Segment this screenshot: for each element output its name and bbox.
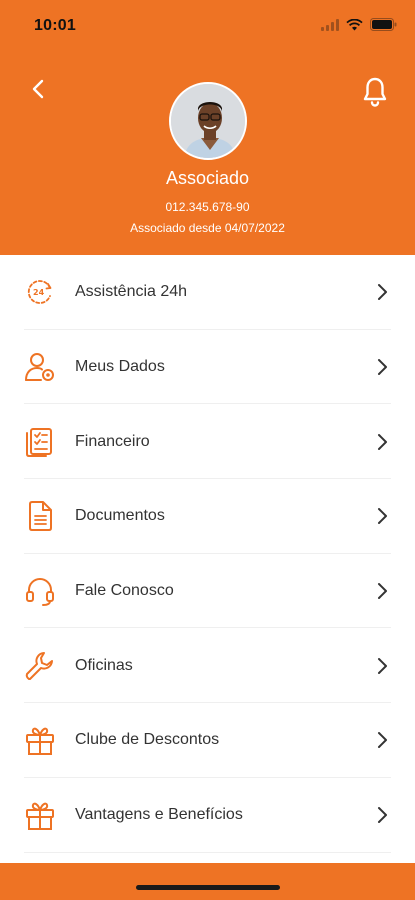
headset-icon — [26, 578, 54, 607]
menu-item-assistencia[interactable]: 24 Assistência 24h — [0, 255, 415, 330]
chevron-right-icon — [378, 284, 387, 301]
menu-item-fale-conosco[interactable]: Fale Conosco — [0, 554, 415, 629]
menu-item-oficinas[interactable]: Oficinas — [0, 628, 415, 703]
chevron-right-icon — [378, 732, 387, 749]
chevron-right-icon — [378, 433, 387, 450]
menu-item-vantagens[interactable]: Vantagens e Benefícios — [0, 778, 415, 853]
menu-item-label: Assistência 24h — [75, 283, 188, 301]
home-indicator[interactable] — [136, 885, 280, 890]
status-time: 10:01 — [34, 17, 76, 34]
menu-item-label: Oficinas — [75, 656, 133, 674]
gift-icon — [26, 802, 54, 831]
menu-item-label: Clube de Descontos — [75, 731, 220, 749]
invoice-checklist-icon — [26, 427, 52, 457]
menu-item-label: Financeiro — [75, 432, 150, 450]
user-settings-icon — [25, 353, 54, 382]
chevron-right-icon — [378, 359, 387, 376]
profile-code: 012.345.678-90 — [165, 200, 250, 214]
document-icon — [29, 501, 52, 532]
signal-icon — [321, 18, 339, 31]
24h-clock-icon: 24 — [27, 280, 52, 305]
menu-item-label: Documentos — [75, 507, 165, 525]
wifi-icon — [346, 18, 363, 30]
menu-item-label: Meus Dados — [75, 358, 165, 376]
chevron-right-icon — [378, 657, 387, 674]
menu-item-meus-dados[interactable]: Meus Dados — [0, 330, 415, 405]
menu-item-label: Vantagens e Benefícios — [75, 806, 243, 824]
menu-item-documentos[interactable]: Documentos — [0, 479, 415, 554]
chevron-right-icon — [378, 583, 387, 600]
menu-item-label: Fale Conosco — [75, 582, 174, 600]
gift-icon — [26, 728, 54, 756]
bell-icon[interactable] — [361, 76, 389, 108]
back-icon[interactable] — [26, 76, 52, 102]
chevron-right-icon — [378, 508, 387, 525]
member-since: Associado desde 04/07/2022 — [130, 221, 285, 235]
chevron-right-icon — [378, 807, 387, 824]
battery-icon — [370, 18, 397, 31]
bottom-bar — [0, 863, 415, 900]
menu-item-financeiro[interactable]: Financeiro — [0, 404, 415, 479]
avatar — [169, 82, 247, 160]
svg-text:24: 24 — [33, 288, 45, 297]
menu-list: 24 Assistência 24h Meus Dados Financeiro… — [0, 255, 415, 853]
status-bar: 10:01 — [0, 0, 415, 50]
wrench-icon — [25, 651, 53, 680]
status-icons — [321, 18, 397, 31]
avatar-photo — [171, 84, 245, 158]
menu-item-clube-descontos[interactable]: Clube de Descontos — [0, 703, 415, 778]
profile-header: 10:01 Associado 012.345.678-90 Associado… — [0, 0, 415, 255]
profile-name: Associado — [165, 168, 250, 188]
